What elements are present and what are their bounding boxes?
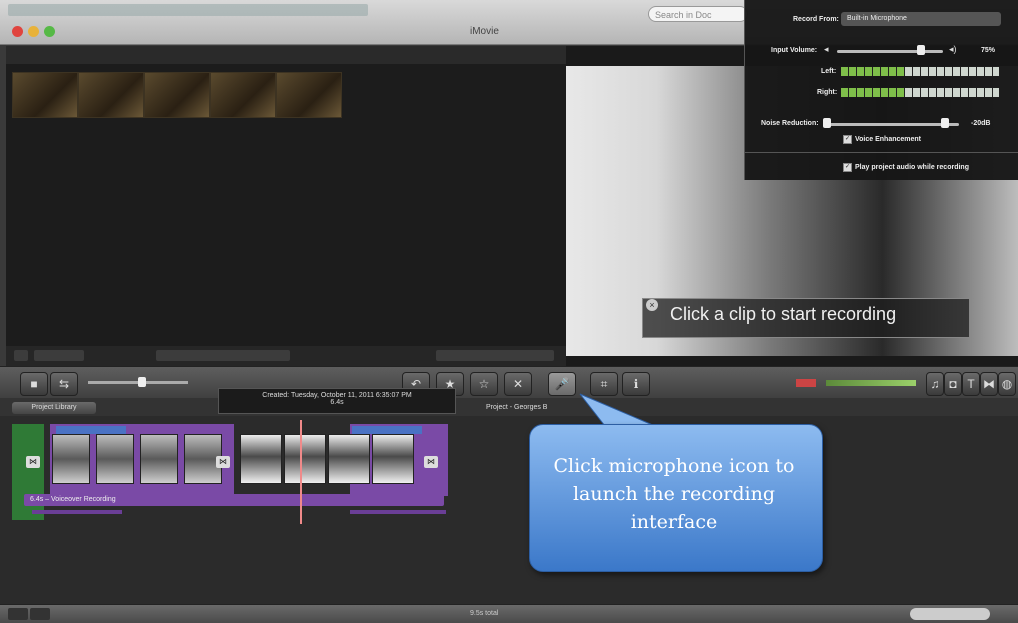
record-from-label: Record From: bbox=[793, 16, 839, 23]
event-browser bbox=[6, 46, 566, 366]
input-volume-value: 75% bbox=[981, 47, 996, 54]
transition-icon[interactable]: ⋈ bbox=[216, 456, 230, 468]
noise-reduction-label: Noise Reduction: bbox=[761, 120, 819, 127]
project-library-button[interactable]: Project Library bbox=[12, 402, 96, 414]
noise-reduction-value: -20dB bbox=[971, 120, 991, 127]
right-channel-label: Right: bbox=[817, 89, 838, 96]
project-header: Project Library Project - Georges B bbox=[0, 398, 1018, 416]
main-toolbar: ■ ⇆ ↶ ★ ☆ ✕ 🎤 ⌗ ℹ ♫ ◘ T ⧓ ◍ bbox=[0, 366, 1018, 399]
event-clip-thumbnail[interactable] bbox=[12, 72, 78, 118]
clip-frame bbox=[328, 434, 370, 484]
voice-enhancement-label: Voice Enhancement bbox=[855, 136, 922, 143]
tooltip-created: Created: Tuesday, October 11, 2011 6:35:… bbox=[262, 392, 412, 399]
voiceover-segment bbox=[32, 510, 122, 514]
play-fullscreen-button[interactable] bbox=[8, 608, 28, 620]
minimize-window-button[interactable] bbox=[28, 26, 39, 37]
status-bar: 9.5s total bbox=[0, 604, 1018, 623]
reject-icon[interactable]: ✕ bbox=[504, 372, 532, 396]
event-list-button[interactable] bbox=[14, 350, 28, 361]
panel-divider bbox=[745, 152, 1018, 153]
left-channel-label: Left: bbox=[821, 68, 837, 75]
clip-size-knob[interactable] bbox=[138, 377, 146, 387]
input-volume-label: Input Volume: bbox=[771, 47, 818, 54]
voiceover-segment bbox=[350, 510, 446, 514]
right-level-meter-idle bbox=[905, 88, 999, 97]
input-volume-knob[interactable] bbox=[917, 45, 925, 55]
transition-icon[interactable]: ⧓ bbox=[980, 372, 998, 396]
menu-bar-icons[interactable] bbox=[8, 4, 368, 16]
map-icon[interactable]: ◍ bbox=[998, 372, 1016, 396]
speaker-high-icon: ◂) bbox=[949, 44, 957, 54]
project-area: Project Library Project - Georges B ⋈ ⋈ … bbox=[0, 398, 1018, 604]
voiceover-label: 6.4s – Voiceover Recording bbox=[30, 496, 116, 503]
clip-info-tooltip: Created: Tuesday, October 11, 2011 6:35:… bbox=[218, 388, 456, 414]
voice-enhancement-checkbox[interactable]: ✓ bbox=[843, 135, 852, 144]
speaker-low-icon: ◂ bbox=[824, 44, 829, 54]
search-input[interactable]: Search in Doc bbox=[648, 6, 748, 22]
noise-reduction-knob[interactable] bbox=[823, 118, 831, 128]
event-clip-thumbnail[interactable] bbox=[78, 72, 144, 118]
project-title: Project - Georges B bbox=[486, 404, 548, 411]
clip-frame bbox=[52, 434, 90, 484]
left-level-meter bbox=[841, 67, 905, 76]
clip-frame bbox=[240, 434, 282, 484]
event-clip-thumbnail[interactable] bbox=[276, 72, 342, 118]
clip-frame bbox=[140, 434, 178, 484]
callout-text: Click microphone icon to launch the reco… bbox=[553, 455, 795, 533]
unmark-star-icon[interactable]: ☆ bbox=[470, 372, 498, 396]
voiceover-record-panel: Record From: Built-in Microphone Input V… bbox=[744, 0, 1018, 180]
window-title: iMovie bbox=[470, 26, 499, 37]
event-header bbox=[6, 46, 566, 64]
music-icon[interactable]: ♫ bbox=[926, 372, 944, 396]
close-icon[interactable]: × bbox=[646, 299, 658, 311]
play-audio-checkbox[interactable]: ✓ bbox=[843, 163, 852, 172]
close-window-button[interactable] bbox=[12, 26, 23, 37]
tooltip-duration: 6.4s bbox=[330, 399, 344, 406]
record-from-select[interactable]: Built-in Microphone bbox=[841, 12, 1001, 26]
event-zoom-slider[interactable] bbox=[156, 350, 290, 361]
swap-events-icon[interactable]: ⇆ bbox=[50, 372, 78, 396]
event-filter[interactable] bbox=[436, 350, 554, 361]
audio-meter-icon bbox=[796, 379, 816, 387]
clip-frame bbox=[284, 434, 326, 484]
clip-frame bbox=[372, 434, 414, 484]
transition-icon[interactable]: ⋈ bbox=[26, 456, 40, 468]
zoom-window-button[interactable] bbox=[44, 26, 55, 37]
play-audio-label: Play project audio while recording bbox=[855, 164, 969, 171]
noise-reduction-slider[interactable] bbox=[825, 123, 959, 126]
total-duration: 9.5s total bbox=[470, 610, 499, 617]
playhead[interactable] bbox=[300, 420, 302, 524]
overlay-text: Click a clip to start recording bbox=[670, 304, 897, 324]
photo-icon[interactable]: ◘ bbox=[944, 372, 962, 396]
timeline-zoom-slider[interactable] bbox=[910, 608, 990, 620]
input-volume-slider[interactable] bbox=[837, 50, 943, 53]
event-clip-thumbnail[interactable] bbox=[144, 72, 210, 118]
event-clip-thumbnail[interactable] bbox=[210, 72, 276, 118]
transition-icon[interactable]: ⋈ bbox=[424, 456, 438, 468]
event-footer bbox=[6, 346, 566, 366]
clip-duration-tag bbox=[56, 426, 126, 434]
clip-duration-tag bbox=[352, 426, 422, 434]
camera-import-icon[interactable]: ■ bbox=[20, 372, 48, 396]
left-level-meter-idle bbox=[905, 67, 999, 76]
title-icon[interactable]: T bbox=[962, 372, 980, 396]
noise-reduction-knob-right[interactable] bbox=[941, 118, 949, 128]
audio-level-meter bbox=[826, 380, 916, 386]
right-level-meter bbox=[841, 88, 905, 97]
play-button[interactable] bbox=[30, 608, 50, 620]
event-view-toggle[interactable] bbox=[34, 350, 84, 361]
clip-frame bbox=[96, 434, 134, 484]
